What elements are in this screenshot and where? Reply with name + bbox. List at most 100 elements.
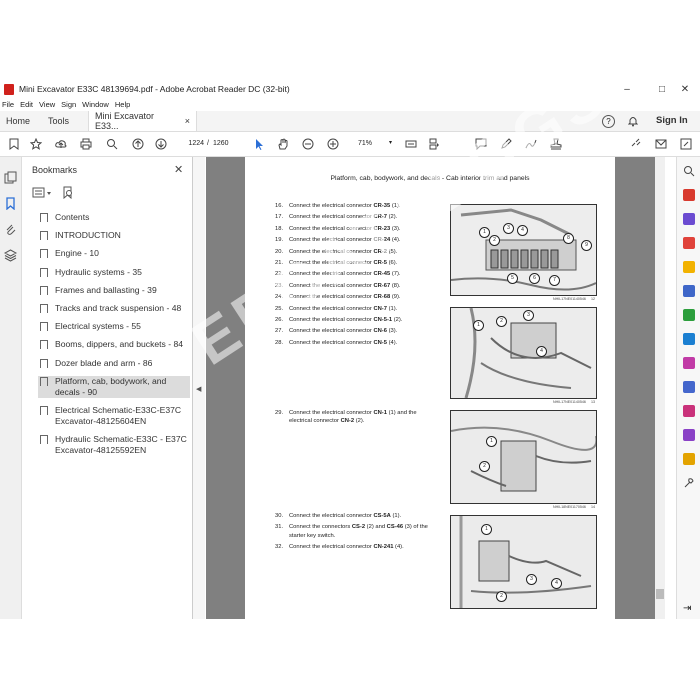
select-cursor-icon[interactable] <box>253 138 265 150</box>
organize-pages-icon[interactable] <box>683 309 695 321</box>
close-button[interactable]: ✕ <box>670 80 700 98</box>
attachment-icon[interactable] <box>4 223 17 236</box>
zoom-in-icon[interactable] <box>327 138 339 150</box>
create-pdf-icon[interactable] <box>683 213 695 225</box>
page-down-icon[interactable] <box>155 138 167 150</box>
send-for-signature-icon[interactable] <box>683 405 695 417</box>
figure-code: NHIL17NE01140546 <box>553 400 586 404</box>
figure-14: 1 2 <box>450 410 597 504</box>
callout: 4 <box>536 346 547 357</box>
bookmark-icon <box>40 285 48 295</box>
page-thumbnails-icon[interactable] <box>4 171 17 184</box>
hand-tool-icon[interactable] <box>277 138 289 150</box>
more-tools-icon[interactable] <box>683 453 695 465</box>
star-icon[interactable] <box>29 137 43 150</box>
figure-number: 13 <box>591 400 595 404</box>
comment-icon[interactable] <box>475 138 487 151</box>
redact-icon[interactable] <box>683 429 695 441</box>
panel-splitter[interactable]: ◀ <box>193 157 205 619</box>
scrollbar-thumb[interactable] <box>656 589 664 599</box>
export-pdf-icon[interactable] <box>683 189 695 201</box>
share-link-icon[interactable] <box>630 138 642 150</box>
page-up-icon[interactable] <box>132 138 144 150</box>
step-line: 17. Connect the electrical connector CR-7… <box>275 214 398 221</box>
menu-help[interactable]: Help <box>115 100 130 109</box>
title-bar: Mini Excavator E33C 48139694.pdf - Adobe… <box>0 80 700 98</box>
help-icon[interactable]: ? <box>602 115 615 128</box>
comment-tool-icon[interactable] <box>683 261 695 273</box>
fit-page-icon[interactable] <box>405 138 417 150</box>
step-line: 24. Connect the electrical connector CR-6… <box>275 294 401 301</box>
window-title: Mini Excavator E33C 48139694.pdf - Adobe… <box>19 84 290 94</box>
vertical-scrollbar[interactable] <box>655 157 665 619</box>
zoom-out-icon[interactable] <box>302 138 314 150</box>
edit-pdf-icon[interactable] <box>683 237 695 249</box>
stamp-icon[interactable] <box>550 138 562 150</box>
cloud-upload-icon[interactable] <box>55 138 67 150</box>
menu-sign[interactable]: Sign <box>61 100 76 109</box>
menu-window[interactable]: Window <box>82 100 109 109</box>
callout: 3 <box>526 574 537 585</box>
scan-ocr-icon[interactable] <box>683 333 695 345</box>
bookmark-options-icon[interactable] <box>32 187 54 199</box>
bell-icon[interactable] <box>627 115 639 127</box>
draw-icon[interactable] <box>525 138 537 150</box>
sign-in-link[interactable]: Sign In <box>656 115 688 126</box>
print-icon[interactable] <box>80 138 92 150</box>
bookmark-item[interactable]: Electrical Schematic-E33C-E37C Excavator… <box>40 405 210 427</box>
callout: 9 <box>581 240 592 251</box>
email-icon[interactable] <box>655 138 667 150</box>
tab-tools[interactable]: Tools <box>48 111 69 131</box>
menu-view[interactable]: View <box>39 100 55 109</box>
bookmark-item[interactable]: Electrical systems - 55 <box>40 321 210 332</box>
bookmark-item[interactable]: Dozer blade and arm - 86 <box>40 358 210 369</box>
bookmark-item[interactable]: Frames and ballasting - 39 <box>40 285 210 296</box>
bookmark-add-icon[interactable] <box>8 138 20 150</box>
step-line: 21. Connect the electrical connector CR-5… <box>275 260 398 267</box>
menu-file[interactable]: File <box>2 100 14 109</box>
bookmark-icon <box>40 358 48 368</box>
highlight-pen-icon[interactable] <box>500 138 512 150</box>
bookmark-item[interactable]: Hydraulic Schematic-E33C - E37C Excavato… <box>40 434 210 456</box>
page-number-input[interactable]: 1224 <box>182 137 204 150</box>
bookmark-item[interactable]: Contents <box>40 212 210 223</box>
protect-icon[interactable] <box>683 381 695 393</box>
bookmark-item[interactable]: Engine - 10 <box>40 248 210 259</box>
bookmark-icon <box>40 322 48 332</box>
fill-sign-icon[interactable] <box>683 357 695 369</box>
tab-home[interactable]: Home <box>6 111 30 131</box>
main-toolbar: 1224 / 1260 71% ▾ <box>0 132 700 157</box>
search-bookmark-icon[interactable] <box>62 186 74 200</box>
more-tools-icon[interactable] <box>680 138 692 150</box>
combine-files-icon[interactable] <box>683 285 695 297</box>
collapse-arrow-icon[interactable]: ◀ <box>196 385 201 393</box>
scroll-mode-icon[interactable] <box>428 138 440 150</box>
steps-16-28: 16. Connect the electrical connector CR-3… <box>275 201 440 349</box>
bookmark-icon <box>40 213 48 222</box>
bookmark-item[interactable]: Tracks and track suspension - 48 <box>40 303 210 314</box>
zoom-search-icon[interactable] <box>106 138 118 150</box>
zoom-search-icon[interactable] <box>683 165 695 177</box>
minimize-button[interactable]: – <box>612 80 642 98</box>
bookmark-item[interactable]: INTRODUCTION <box>40 230 210 241</box>
layers-icon[interactable] <box>3 249 18 262</box>
bookmark-item[interactable]: Booms, dippers, and buckets - 84 <box>40 339 210 350</box>
figure-code: NHIL18NE01170546 <box>553 505 586 509</box>
expand-rail-icon[interactable]: ⇥ <box>683 603 695 615</box>
menu-edit[interactable]: Edit <box>20 100 33 109</box>
zoom-level-value: 71% <box>358 140 373 147</box>
callout: 8 <box>563 233 574 244</box>
tab-document[interactable]: Mini Excavator E33... × <box>88 111 197 131</box>
bookmark-item[interactable]: Hydraulic systems - 35 <box>40 267 210 278</box>
bookmarks-panel-icon[interactable] <box>4 197 17 211</box>
close-panel-icon[interactable]: ✕ <box>174 163 183 176</box>
step-line: 18. Connect the electrical connector CR-2… <box>275 225 401 232</box>
callout: 1 <box>473 320 484 331</box>
bookmark-item-selected[interactable]: Platform, cab, bodywork, and decals - 90 <box>38 375 190 398</box>
callout: 4 <box>517 225 528 236</box>
bookmark-icon <box>40 231 48 241</box>
callout: 2 <box>489 235 500 246</box>
tools-settings-icon[interactable] <box>683 477 695 489</box>
tab-close-icon[interactable]: × <box>185 116 190 126</box>
zoom-level-dropdown[interactable]: 71% ▾ <box>353 137 396 150</box>
